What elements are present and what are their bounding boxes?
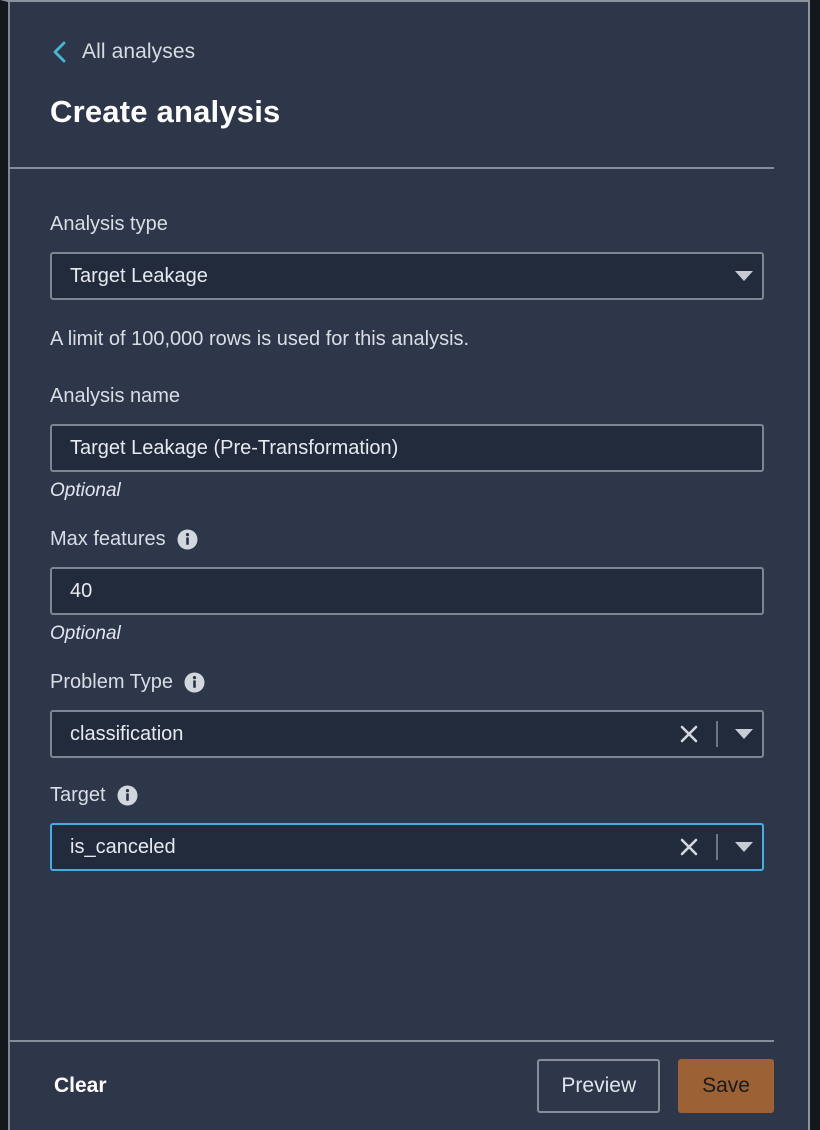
target-value: is_canceled [70, 835, 176, 858]
analysis-type-label: Analysis type [50, 213, 168, 235]
preview-button[interactable]: Preview [537, 1059, 661, 1113]
max-features-label-text: Max features [50, 528, 166, 550]
problem-type-field: Problem Type classification [50, 671, 808, 758]
problem-type-label-text: Problem Type [50, 671, 174, 693]
panel-header: All analyses Create analysis [8, 2, 808, 130]
info-icon[interactable] [184, 672, 205, 693]
target-field: Target is_canceled [50, 784, 808, 871]
problem-type-combobox[interactable]: classification [50, 710, 764, 758]
clear-button[interactable]: Clear [50, 1064, 111, 1108]
close-icon[interactable] [678, 723, 700, 745]
max-features-value: 40 [70, 579, 93, 602]
problem-type-label: Problem Type [50, 671, 808, 694]
analysis-name-label: Analysis name [50, 385, 181, 407]
chevron-left-icon [50, 40, 68, 64]
max-features-optional-hint: Optional [50, 623, 121, 644]
target-combobox[interactable]: is_canceled [50, 823, 764, 871]
save-button[interactable]: Save [678, 1059, 774, 1113]
analysis-name-field: Analysis name Target Leakage (Pre-Transf… [50, 385, 808, 502]
panel-footer: Clear Preview Save [8, 1042, 808, 1130]
close-icon[interactable] [678, 836, 700, 858]
info-icon[interactable] [177, 529, 198, 550]
analysis-type-select[interactable]: Target Leakage [50, 252, 764, 300]
analysis-name-optional-hint: Optional [50, 480, 121, 501]
target-label: Target [50, 784, 808, 807]
combobox-separator [716, 834, 718, 860]
back-to-all-analyses-link[interactable]: All analyses [50, 40, 195, 64]
panel-body: Analysis type Target Leakage A limit of … [8, 169, 808, 1040]
analysis-type-value: Target Leakage [70, 264, 208, 287]
create-analysis-panel: All analyses Create analysis Analysis ty… [0, 0, 810, 1130]
analysis-name-value: Target Leakage (Pre-Transformation) [70, 436, 399, 459]
combobox-separator [716, 721, 718, 747]
back-link-label: All analyses [82, 40, 196, 63]
max-features-input[interactable]: 40 [50, 567, 764, 615]
analysis-name-input[interactable]: Target Leakage (Pre-Transformation) [50, 424, 764, 472]
chevron-down-icon[interactable] [734, 841, 754, 853]
problem-type-value: classification [70, 722, 184, 745]
chevron-down-icon[interactable] [734, 728, 754, 740]
chevron-down-icon [734, 270, 754, 282]
target-label-text: Target [50, 784, 106, 806]
info-icon[interactable] [117, 785, 138, 806]
row-limit-note: A limit of 100,000 rows is used for this… [50, 328, 470, 350]
max-features-label: Max features [50, 528, 808, 551]
max-features-field: Max features 40 Optional [50, 528, 808, 645]
analysis-type-field: Analysis type Target Leakage [50, 213, 808, 300]
page-title: Create analysis [50, 94, 281, 129]
